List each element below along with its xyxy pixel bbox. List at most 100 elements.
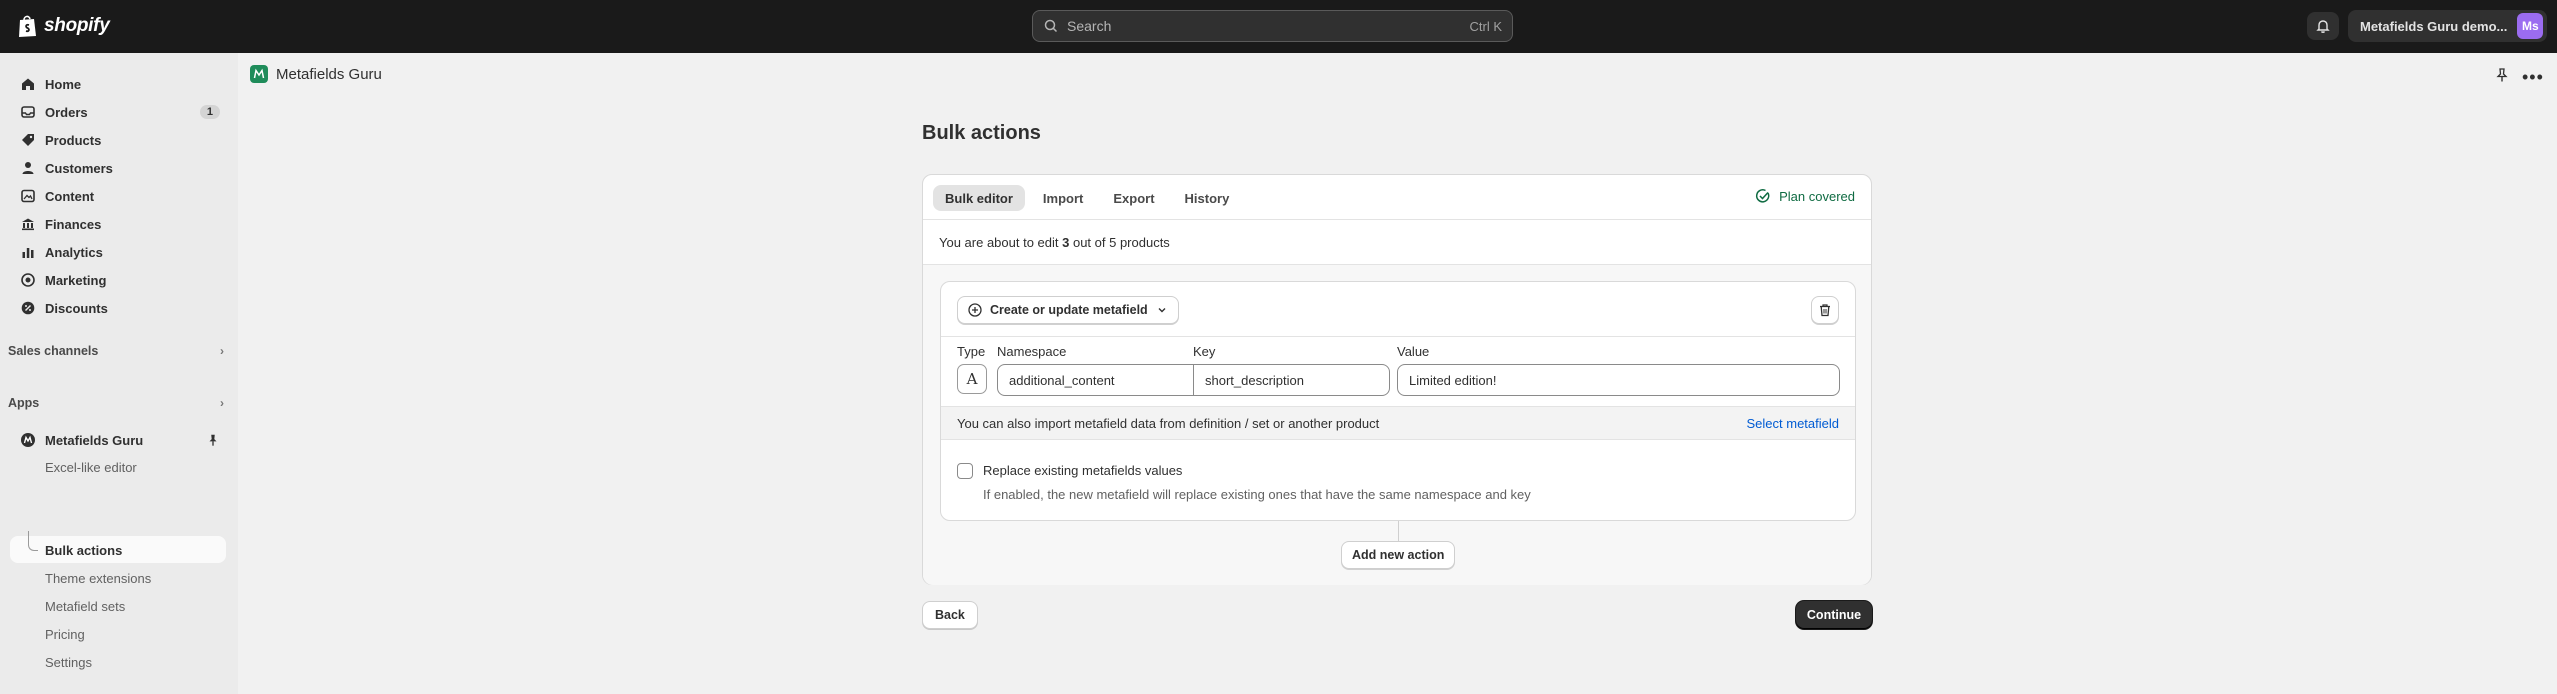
tab-bar: Bulk editor Import Export History — [933, 185, 1241, 211]
sidebar-item-finances[interactable]: Finances — [10, 211, 226, 237]
sidebar-item-label: Finances — [45, 216, 102, 232]
dropdown-label: Create or update metafield — [990, 303, 1148, 317]
sidebar-item-orders[interactable]: Orders 1 — [10, 99, 226, 125]
section-label: Sales channels — [8, 344, 99, 358]
type-selector[interactable]: A — [957, 364, 987, 394]
trash-icon — [1820, 304, 1830, 317]
sales-channels-section[interactable]: Sales channels › — [8, 339, 224, 363]
delete-action-button[interactable] — [1811, 296, 1839, 324]
top-bar: shopify Search Ctrl K Metafields Guru de… — [0, 0, 2557, 53]
value-label: Value — [1397, 344, 1430, 359]
import-hint-text: You can also import metafield data from … — [957, 416, 1380, 431]
sidebar-item-content[interactable]: Content — [10, 183, 226, 209]
brand-name: shopify — [44, 15, 110, 36]
sidebar-item-metafields-guru[interactable]: Metafields Guru — [10, 427, 226, 453]
tab-bulk-editor[interactable]: Bulk editor — [933, 185, 1025, 211]
sidebar-item-products[interactable]: Products — [10, 127, 226, 153]
search-bar[interactable]: Search Ctrl K — [1032, 10, 1513, 42]
sidebar-item-label: Marketing — [45, 272, 107, 288]
search-icon — [1044, 19, 1058, 33]
sidebar-item-label: Analytics — [45, 244, 103, 260]
store-menu-button[interactable]: Metafields Guru demo... Ms — [2348, 10, 2548, 42]
sidebar-item-customers[interactable]: Customers — [10, 155, 226, 181]
summary-prefix: You are about to edit — [939, 235, 1063, 250]
tab-import[interactable]: Import — [1031, 185, 1095, 211]
pin-icon[interactable] — [2494, 67, 2510, 83]
sidebar-item-label: Metafields Guru — [45, 432, 144, 448]
notifications-button[interactable] — [2307, 12, 2339, 40]
sidebar: Home Orders 1 Products Customers Content… — [0, 53, 238, 694]
sidebar-item-label: Home — [45, 76, 82, 92]
action-connector — [1398, 521, 1399, 541]
chevron-right-icon: › — [220, 396, 224, 410]
orders-count-badge: 1 — [199, 105, 220, 119]
type-label: Type — [957, 344, 986, 359]
continue-button[interactable]: Continue — [1796, 601, 1872, 629]
namespace-input[interactable]: additional_content — [997, 364, 1194, 396]
sidebar-subitem-excel-editor[interactable]: Excel-like editor — [45, 455, 137, 479]
sidebar-subitem-bulk-actions[interactable]: Bulk actions — [45, 538, 122, 562]
sidebar-item-analytics[interactable]: Analytics — [10, 239, 226, 265]
bank-icon — [22, 218, 34, 231]
chart-icon — [22, 248, 34, 258]
divider — [923, 219, 1871, 220]
avatar: Ms — [2517, 13, 2544, 39]
chevron-right-icon: › — [220, 344, 224, 358]
shopify-logo[interactable]: shopify — [16, 14, 110, 38]
divider — [941, 336, 1855, 337]
home-icon — [22, 78, 34, 90]
sidebar-subitem-metafield-sets[interactable]: Metafield sets — [45, 594, 125, 618]
sidebar-item-marketing[interactable]: Marketing — [10, 267, 226, 293]
sidebar-subitem-settings[interactable]: Settings — [45, 650, 92, 674]
person-icon — [22, 162, 34, 174]
import-hint-row: You can also import metafield data from … — [941, 406, 1855, 440]
search-placeholder: Search — [1067, 18, 1112, 34]
app-header: Metafields Guru — [250, 65, 382, 83]
tab-history[interactable]: History — [1173, 185, 1242, 211]
plus-circle-icon — [968, 303, 982, 317]
metafields-guru-logo-icon — [250, 65, 268, 83]
actions-area: Create or update metafield Type Namespac… — [923, 265, 1871, 585]
sidebar-item-discounts[interactable]: Discounts — [10, 295, 226, 321]
orders-icon — [21, 106, 35, 118]
add-new-action-button[interactable]: Add new action — [1341, 541, 1456, 569]
action-type-dropdown[interactable]: Create or update metafield — [957, 296, 1179, 324]
check-circle-icon — [1756, 189, 1770, 203]
section-label: Apps — [8, 396, 40, 410]
bell-icon — [2316, 20, 2330, 33]
tab-export[interactable]: Export — [1101, 185, 1166, 211]
namespace-label: Namespace — [997, 344, 1067, 359]
tree-connector — [28, 531, 38, 551]
pin-icon[interactable] — [206, 433, 220, 447]
apps-section[interactable]: Apps › — [8, 391, 224, 415]
chevron-down-icon — [1158, 308, 1166, 313]
key-label: Key — [1193, 344, 1216, 359]
target-icon — [21, 273, 35, 287]
app-title: Metafields Guru — [276, 65, 382, 83]
more-actions-icon[interactable]: ••• — [2522, 67, 2544, 88]
replace-existing-checkbox[interactable] — [957, 463, 973, 479]
edit-summary: You are about to edit 3 out of 5 product… — [939, 235, 1170, 250]
page-title: Bulk actions — [922, 122, 1041, 144]
store-name: Metafields Guru demo... — [2360, 18, 2508, 34]
select-metafield-link[interactable]: Select metafield — [1747, 416, 1840, 431]
bulk-actions-card: Bulk editor Import Export History Plan c… — [922, 174, 1872, 585]
tag-icon — [22, 134, 34, 146]
replace-existing-help: If enabled, the new metafield will repla… — [983, 487, 1531, 502]
plan-status-label: Plan covered — [1779, 188, 1855, 204]
sidebar-item-home[interactable]: Home — [10, 71, 226, 97]
content-icon — [21, 189, 35, 203]
sidebar-item-label: Orders — [45, 104, 88, 120]
metafields-guru-app-icon — [21, 433, 35, 447]
sidebar-item-label: Customers — [45, 160, 113, 176]
search-shortcut: Ctrl K — [1469, 18, 1503, 34]
value-input[interactable]: Limited edition! — [1397, 364, 1840, 396]
sidebar-subitem-theme-extensions[interactable]: Theme extensions — [45, 566, 151, 590]
replace-existing-label[interactable]: Replace existing metafields values — [983, 463, 1182, 478]
back-button[interactable]: Back — [922, 601, 978, 629]
key-input[interactable]: short_description — [1193, 364, 1390, 396]
discount-icon — [21, 301, 35, 315]
sidebar-subitem-pricing[interactable]: Pricing — [45, 622, 85, 646]
shopify-bag-icon — [19, 15, 36, 37]
sidebar-item-label: Content — [45, 188, 95, 204]
